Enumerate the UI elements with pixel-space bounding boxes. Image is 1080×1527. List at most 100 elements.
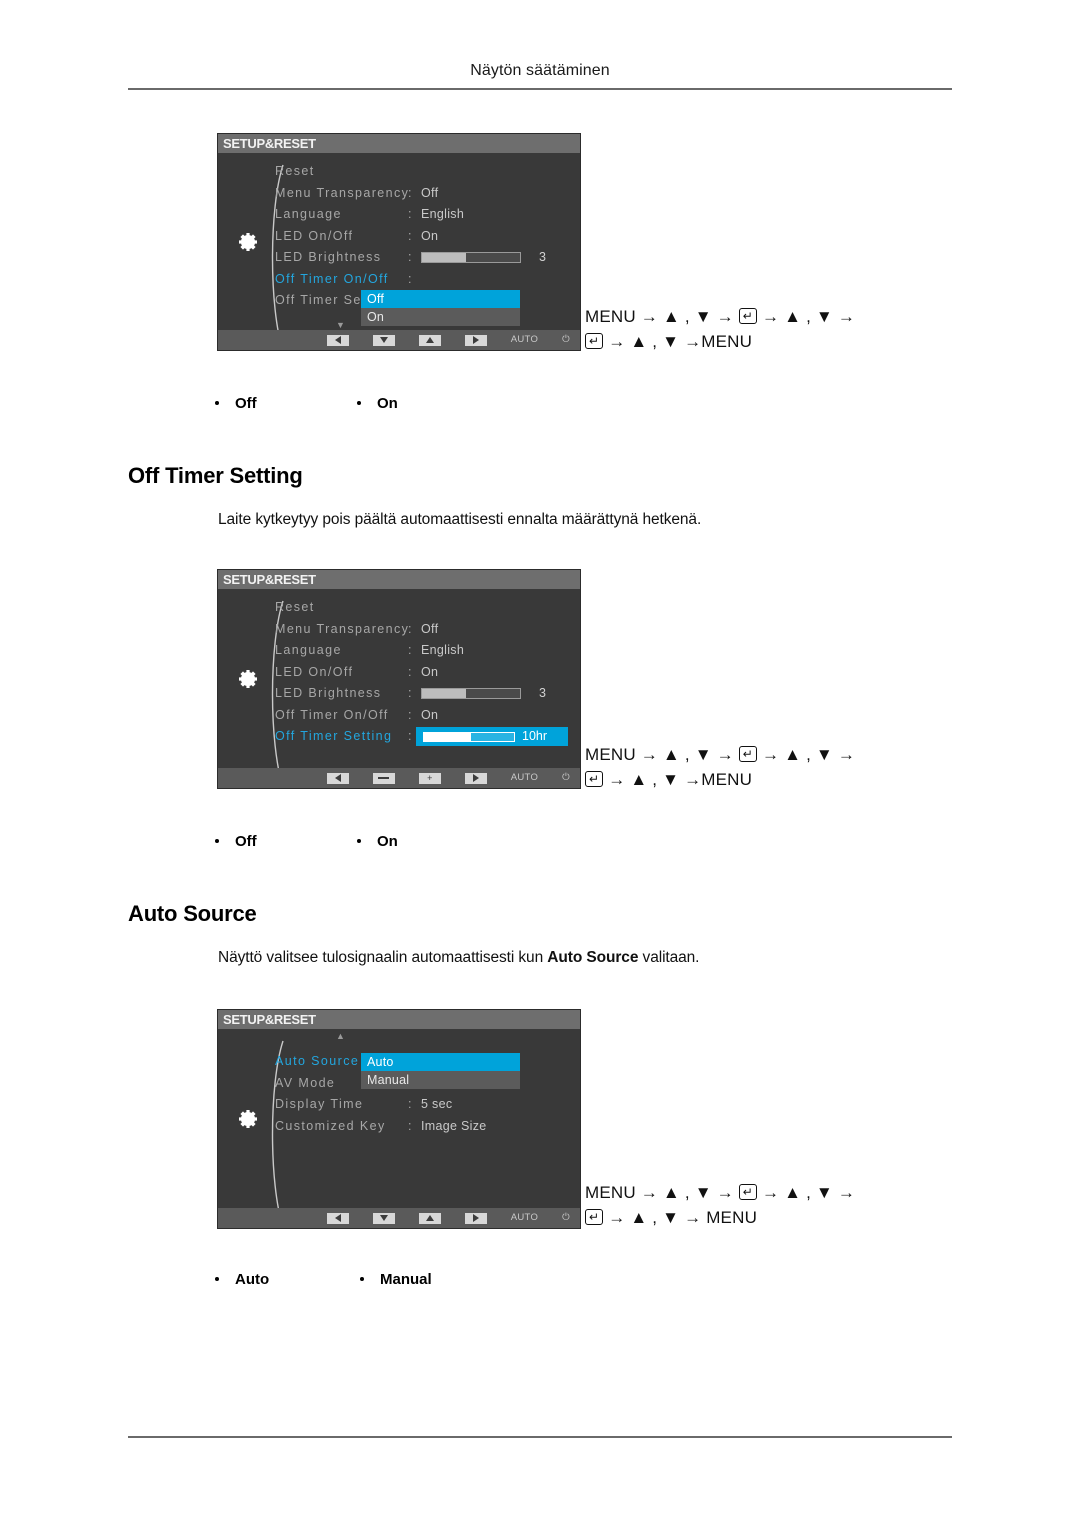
row-label: Off Timer Setting: [275, 729, 393, 743]
power-icon[interactable]: ⏻: [562, 1213, 570, 1224]
page-header: Näytön säätäminen: [470, 62, 610, 79]
dropdown-option-selected[interactable]: Auto: [361, 1053, 520, 1071]
slider-fill: [422, 689, 467, 698]
gear-icon: [239, 232, 257, 251]
row-colon: :: [408, 643, 412, 657]
row-colon: :: [408, 207, 412, 221]
osd-panel-off-timer-setting: SETUP&RESET Reset Menu Transparency : Of…: [217, 569, 581, 789]
plus-button[interactable]: +: [418, 772, 441, 784]
osd-control-bar: + AUTO ⏻: [218, 768, 580, 788]
osd-row[interactable]: Menu Transparency : Off: [275, 183, 574, 205]
osd-row-off-timer-setting[interactable]: Off Timer Setting : 10hr: [275, 726, 574, 748]
osd-row[interactable]: Display Time : 5 sec: [275, 1094, 574, 1116]
down-button[interactable]: [372, 334, 395, 346]
key-sequence-off-timer-setting: MENU → ▲ , ▼ → ↵ → ▲ , ▼ → ↵ → ▲ , ▼ →ME…: [585, 742, 855, 792]
osd-row[interactable]: Language : English: [275, 204, 574, 226]
gear-icon: [239, 1109, 257, 1128]
led-brightness-slider[interactable]: [421, 252, 521, 263]
bullet-dot-icon: [215, 1277, 219, 1281]
osd-title: SETUP&RESET: [218, 134, 580, 153]
osd-row[interactable]: LED On/Off : On: [275, 662, 574, 684]
osd-row[interactable]: Menu Transparency : Off: [275, 619, 574, 641]
scroll-down-arrow-icon: ▼: [336, 320, 345, 330]
row-label: Menu Transparency: [275, 621, 410, 636]
enter-key-icon: ↵: [738, 1184, 758, 1200]
slider-value: 10hr: [522, 728, 548, 743]
bullet-row-off-timer-setting: Off On: [215, 833, 615, 853]
osd-title: SETUP&RESET: [218, 1010, 580, 1029]
auto-button[interactable]: AUTO: [511, 335, 538, 346]
osd-row-off-timer-onoff[interactable]: Off Timer On/Off :: [275, 269, 574, 291]
row-value: 3: [539, 686, 546, 700]
bullet-item: Manual: [360, 1271, 432, 1288]
power-icon[interactable]: ⏻: [562, 773, 570, 784]
bullet-row-off-timer-onoff: Off On: [215, 395, 615, 415]
osd-body: Reset Menu Transparency : Off Language :…: [218, 589, 580, 788]
minus-button[interactable]: [372, 772, 395, 784]
left-button[interactable]: [326, 334, 349, 346]
row-colon: :: [408, 1097, 412, 1111]
body-text-post: valitaan.: [638, 949, 700, 966]
row-label: LED On/Off: [275, 664, 354, 679]
key-sequence-line-2: ↵ → ▲ , ▼ →MENU: [585, 329, 855, 354]
left-button[interactable]: [326, 1212, 349, 1224]
osd-row[interactable]: LED Brightness : 3: [275, 683, 574, 705]
osd-row[interactable]: Customized Key : Image Size: [275, 1116, 574, 1138]
row-label: Auto Source: [275, 1054, 360, 1068]
row-colon: :: [408, 621, 412, 636]
power-icon[interactable]: ⏻: [562, 335, 570, 346]
slider-track: [423, 731, 515, 742]
osd-row[interactable]: Reset: [275, 161, 574, 183]
off-timer-onoff-dropdown[interactable]: Off On: [361, 290, 520, 326]
slider-fill: [422, 253, 467, 262]
key-sequence-line-1: MENU → ▲ , ▼ → ↵ → ▲ , ▼ →: [585, 1183, 856, 1202]
bullet-dot-icon: [360, 1277, 364, 1281]
osd-row[interactable]: Reset: [275, 597, 574, 619]
left-button[interactable]: [326, 772, 349, 784]
row-label: Off Timer On/Off: [275, 707, 389, 722]
key-sequence-line-1: MENU → ▲ , ▼ → ↵ → ▲ , ▼ →: [585, 307, 856, 326]
osd-row[interactable]: Off Timer On/Off : On: [275, 705, 574, 727]
osd-row[interactable]: Language : English: [275, 640, 574, 662]
section-body-auto-source: Näyttö valitsee tulosignaalin automaatti…: [218, 949, 699, 967]
row-label: LED On/Off: [275, 228, 354, 243]
row-colon: :: [408, 228, 412, 243]
up-button[interactable]: [418, 1212, 441, 1224]
osd-panel-off-timer-onoff: SETUP&RESET Reset Menu Transparency : Of…: [217, 133, 581, 351]
enter-key-icon: ↵: [585, 771, 604, 787]
bullet-dot-icon: [215, 839, 219, 843]
osd-control-bar: AUTO ⏻: [218, 330, 580, 350]
dropdown-option[interactable]: Manual: [361, 1071, 520, 1089]
right-button[interactable]: [464, 772, 487, 784]
key-sequence-auto-source: MENU → ▲ , ▼ → ↵ → ▲ , ▼ → ↵ → ▲ , ▼ → M…: [585, 1180, 855, 1230]
auto-button[interactable]: AUTO: [511, 1213, 538, 1224]
osd-row[interactable]: LED Brightness : 3: [275, 247, 574, 269]
bullet-item: Off: [215, 395, 257, 412]
dropdown-option-selected[interactable]: Off: [361, 290, 520, 308]
row-colon: :: [408, 185, 412, 200]
up-button[interactable]: [418, 334, 441, 346]
right-button[interactable]: [464, 334, 487, 346]
row-label: Reset: [275, 164, 315, 178]
off-timer-setting-slider[interactable]: 10hr: [416, 727, 568, 746]
row-label: Menu Transparency: [275, 185, 410, 200]
section-title-off-timer-setting: Off Timer Setting: [128, 463, 303, 488]
row-colon: :: [408, 271, 412, 286]
led-brightness-slider[interactable]: [421, 688, 521, 699]
section-title-auto-source: Auto Source: [128, 901, 257, 926]
row-value: On: [421, 664, 439, 679]
row-label: LED Brightness: [275, 250, 382, 264]
body-text-bold: Auto Source: [547, 949, 639, 966]
osd-row[interactable]: LED On/Off : On: [275, 226, 574, 248]
dropdown-option[interactable]: On: [361, 308, 520, 326]
bullet-dot-icon: [357, 401, 361, 405]
row-value: English: [421, 643, 465, 657]
bullet-dot-icon: [357, 839, 361, 843]
slider-fill: [424, 732, 471, 741]
auto-source-dropdown[interactable]: Auto Manual: [361, 1053, 520, 1089]
header-rule: [128, 88, 952, 90]
auto-button[interactable]: AUTO: [511, 773, 538, 784]
bullet-item: Off: [215, 833, 257, 850]
right-button[interactable]: [464, 1212, 487, 1224]
down-button[interactable]: [372, 1212, 395, 1224]
